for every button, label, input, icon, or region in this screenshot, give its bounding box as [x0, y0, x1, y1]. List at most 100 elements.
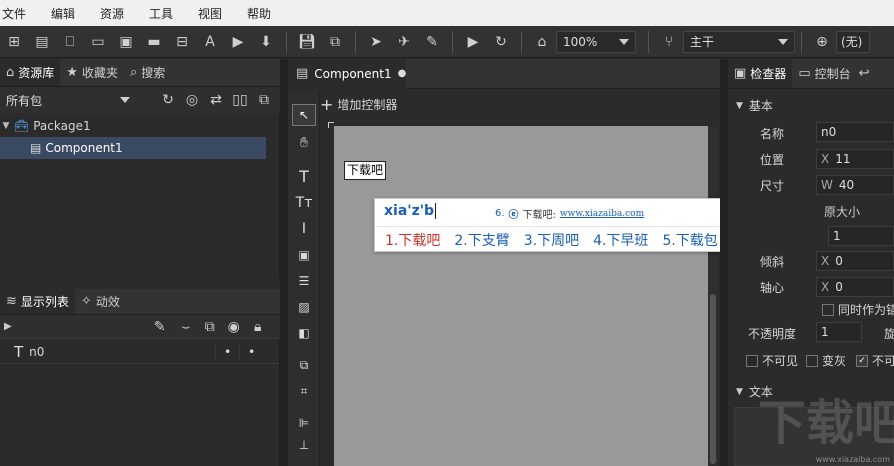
menu-view[interactable]: 视图 [196, 5, 245, 22]
not-touchable-checkbox[interactable]: ✓ 不可 [856, 352, 894, 369]
position-x-field[interactable]: X 11 [816, 149, 894, 169]
ime-ad[interactable]: 6. ⓔ 下载吧: www.xiazaiba.com [495, 206, 644, 221]
display-list-row[interactable]: T n0 • • [0, 340, 279, 364]
scrollbar-thumb[interactable] [710, 294, 716, 464]
scale-field[interactable]: 1 [828, 226, 894, 246]
group-tool-icon[interactable]: ⧉ [292, 354, 316, 376]
pivot-as-anchor-checkbox[interactable]: 同时作为锚 [822, 301, 894, 318]
ime-candidate[interactable]: 5.下载包 [662, 230, 717, 250]
stage-scrollbar[interactable] [708, 126, 718, 466]
menu-tools[interactable]: 工具 [147, 5, 196, 22]
add-controller-button[interactable]: + 增加控制器 [320, 92, 520, 116]
select-tool-icon[interactable]: ↖ [292, 104, 316, 126]
image-tool-icon[interactable]: ▣ [292, 244, 316, 266]
slider-icon[interactable]: ⊟ [168, 30, 196, 54]
graph-tool-icon[interactable]: ▨ [292, 296, 316, 318]
tab-favorites[interactable]: ★ 收藏夹 [60, 59, 124, 86]
locate-icon[interactable]: ◎ [180, 88, 204, 112]
movieclip-icon[interactable]: ▶ [224, 30, 252, 54]
bookmark-icon[interactable]: ⎕ [56, 30, 84, 54]
toolbar-separator [452, 30, 453, 53]
menu-help[interactable]: 帮助 [245, 5, 294, 22]
menu-assets[interactable]: 资源 [98, 5, 147, 22]
stage-text-node[interactable]: 下载吧 [344, 161, 387, 180]
play-icon[interactable]: ▶ [459, 30, 487, 54]
tab-inspector[interactable]: ▣ 检查器 [728, 59, 793, 88]
panel-splitter[interactable] [280, 59, 288, 466]
language-select[interactable]: (无) [836, 30, 870, 53]
new-package-icon[interactable]: ⊞ [0, 30, 28, 54]
tree-item-label: Package1 [33, 119, 91, 133]
hide-icon[interactable]: ⌣ [174, 315, 198, 339]
original-size-label[interactable]: 原大小 [824, 203, 860, 220]
tab-library[interactable]: ⌂ 资源库 [0, 59, 61, 86]
grayed-checkbox[interactable]: 变灰 [806, 352, 846, 369]
input-text-tool-icon[interactable]: Ⅰ [292, 218, 316, 240]
visible-dot[interactable]: • [215, 344, 239, 359]
globe-icon[interactable]: ⊕ [808, 30, 836, 54]
tab-component1[interactable]: ▤ Component1 ● [288, 58, 406, 89]
hand-tool-icon[interactable]: ✋︎ [292, 132, 316, 154]
button-icon[interactable]: ▭ [84, 30, 112, 54]
tab-transitions[interactable]: ✧ 动效 [75, 289, 126, 314]
tab-console[interactable]: ▭ 控制台 [792, 59, 856, 88]
tree-item-component[interactable]: ▤ Component1 [0, 137, 266, 159]
menu-file[interactable]: 文件 [0, 5, 49, 22]
opacity-field[interactable]: 1 [816, 322, 862, 342]
rich-text-tool-icon[interactable]: Tт [292, 192, 316, 214]
invisible-checkbox[interactable]: 不可见 [746, 352, 798, 369]
ime-candidate[interactable]: 4.下早班 [593, 230, 648, 250]
skew-x-field[interactable]: X 0 [816, 251, 894, 271]
align-center-icon[interactable]: ⊥ [292, 436, 316, 454]
loader3d-tool-icon[interactable]: ◧ [292, 322, 316, 344]
publish-settings-icon[interactable]: ✎ [418, 30, 446, 54]
save-icon[interactable]: 💾︎ [293, 30, 321, 54]
tree-item-package[interactable]: ▼ 🧰︎ Package1 [0, 115, 279, 137]
name-value: n0 [821, 125, 837, 139]
stage-canvas[interactable] [334, 126, 708, 466]
eye-icon[interactable]: ◉ [222, 315, 246, 339]
zoom-select[interactable]: 100% [556, 30, 636, 53]
package-filter-select[interactable]: 所有包 [0, 89, 136, 111]
tab-display-list[interactable]: ≋ 显示列表 [0, 289, 75, 314]
expand-arrow-icon[interactable]: ▼ [0, 121, 12, 131]
menu-edit[interactable]: 编辑 [49, 5, 98, 22]
publish-icon[interactable]: ➤ [362, 30, 390, 54]
combobox-icon[interactable]: ▣ [112, 30, 140, 54]
lock-dot[interactable]: • [239, 344, 263, 359]
font-icon[interactable]: A [196, 30, 224, 54]
transform-tool-icon[interactable]: ⌗ [292, 380, 316, 402]
ime-candidate[interactable]: 1.下载吧 [385, 230, 440, 250]
pivot-x-field[interactable]: X 0 [816, 277, 894, 297]
progress-icon[interactable]: ▬ [140, 30, 168, 54]
tab-more[interactable]: ↩ [857, 59, 872, 88]
section-basic-header[interactable]: ▼ 基本 [736, 97, 773, 114]
branch-icon[interactable]: ⑂ [655, 30, 683, 54]
swap-icon[interactable]: ⇄ [204, 88, 228, 112]
align-left-icon[interactable]: ⊫ [292, 412, 316, 434]
branch-select[interactable]: 主干 [683, 30, 795, 53]
play-icon[interactable]: ▶ [4, 321, 12, 332]
panel-splitter[interactable] [720, 59, 728, 466]
ime-candidate[interactable]: 2.下支臂 [454, 230, 509, 250]
name-field[interactable]: n0 [816, 122, 894, 142]
refresh-icon[interactable]: ↻ [487, 30, 515, 54]
preview-device-icon[interactable]: ⌂ [528, 30, 556, 54]
edit-icon[interactable]: ✎ [146, 315, 174, 339]
chevron-down-icon [120, 97, 130, 103]
editor-tabbar: ▤ Component1 ● [288, 58, 720, 89]
collapse-icon[interactable]: ⧉ [252, 88, 276, 112]
list-tool-icon[interactable]: ☰ [292, 270, 316, 292]
lock-icon[interactable]: 🔒︎ [246, 315, 270, 339]
refresh-icon[interactable]: ↻ [156, 88, 180, 112]
size-w-field[interactable]: W 40 [816, 175, 894, 195]
import-icon[interactable]: ⬇ [252, 30, 280, 54]
copy-icon[interactable]: ⧉ [198, 315, 222, 339]
columns-icon[interactable]: ▯▯ [228, 88, 252, 112]
tab-search[interactable]: ⌕ 搜索 [124, 59, 171, 86]
save-all-icon[interactable]: ⧉ [321, 30, 349, 54]
publish-all-icon[interactable]: ✈ [390, 30, 418, 54]
ime-candidate[interactable]: 3.下周吧 [524, 230, 579, 250]
text-tool-icon[interactable]: T [292, 166, 316, 188]
new-component-icon[interactable]: ▤ [28, 30, 56, 54]
